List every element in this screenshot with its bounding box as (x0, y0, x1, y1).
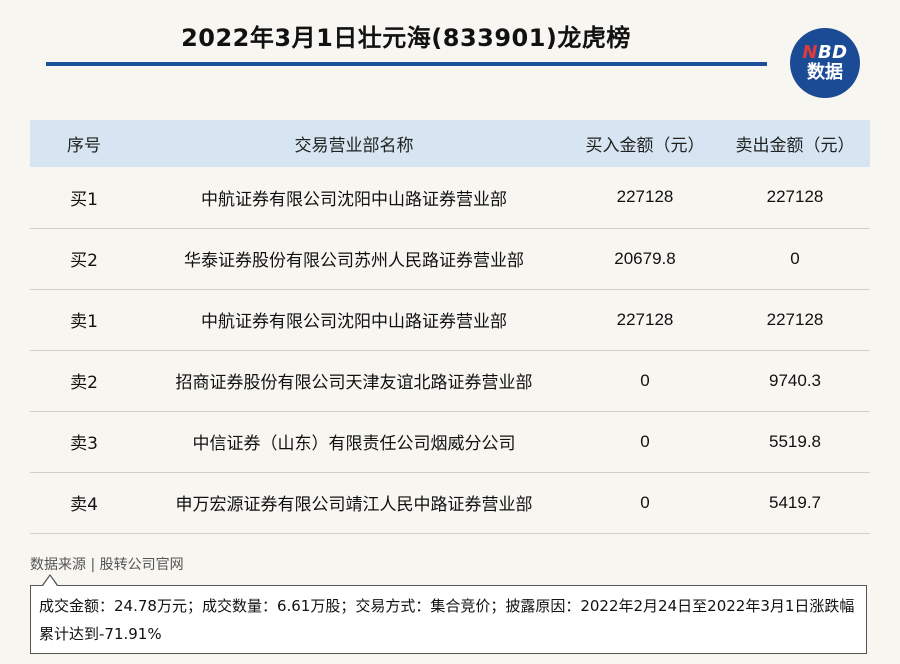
table-row: 卖3 中信证券（山东）有限责任公司烟威分公司 0 5519.8 (30, 411, 870, 472)
logo-text-bottom: 数据 (807, 62, 843, 83)
row-branch: 中信证券（山东）有限责任公司烟威分公司 (192, 434, 516, 454)
row-branch: 招商证券股份有限公司天津友谊北路证券营业部 (175, 373, 533, 393)
row-buy: 0 (640, 492, 650, 512)
logo-bd: BD (817, 42, 848, 63)
row-buy: 20679.8 (614, 248, 676, 268)
table-row: 卖1 中航证券有限公司沈阳中山路证券营业部 227128 227128 (30, 289, 870, 350)
header-buy-amount: 买入金额（元） (585, 136, 705, 156)
row-branch: 中航证券有限公司沈阳中山路证券营业部 (201, 312, 507, 332)
row-buy: 0 (640, 431, 650, 451)
row-index: 卖3 (70, 434, 98, 454)
row-sell: 0 (790, 248, 800, 268)
nbd-logo: NBD 数据 (790, 28, 860, 98)
row-branch: 华泰证券股份有限公司苏州人民路证券营业部 (184, 251, 524, 271)
table-row: 买1 中航证券有限公司沈阳中山路证券营业部 227128 227128 (30, 167, 870, 228)
table-row: 卖2 招商证券股份有限公司天津友谊北路证券营业部 0 9740.3 (30, 350, 870, 411)
header-sell-amount: 卖出金额（元） (735, 136, 855, 156)
row-branch: 申万宏源证券有限公司靖江人民中路证券营业部 (175, 495, 533, 515)
trade-summary-note: 成交金额：24.78万元；成交数量：6.61万股；交易方式：集合竞价；披露原因：… (30, 585, 867, 654)
row-index: 买1 (70, 189, 98, 210)
table-row: 卖4 申万宏源证券有限公司靖江人民中路证券营业部 0 5419.7 (30, 472, 870, 533)
row-sell: 5419.7 (769, 492, 821, 512)
header-branch-name: 交易营业部名称 (294, 136, 414, 156)
data-source: 数据来源 | 股转公司官网 (30, 557, 184, 573)
row-buy: 0 (640, 370, 650, 390)
row-sell: 5519.8 (769, 431, 821, 451)
logo-text-top: NBD (802, 44, 847, 62)
note-pointer-fill (43, 576, 57, 586)
row-sell: 9740.3 (769, 370, 821, 390)
row-index: 卖1 (70, 312, 98, 332)
row-index: 卖2 (70, 373, 98, 393)
logo-n: N (802, 42, 818, 63)
row-buy: 227128 (616, 309, 674, 329)
header-index: 序号 (67, 136, 101, 156)
row-sell: 227128 (766, 309, 824, 329)
row-sell: 227128 (766, 187, 824, 207)
title-underline (46, 62, 767, 66)
table-header-row: 序号 交易营业部名称 买入金额（元） 卖出金额（元） (30, 120, 870, 167)
row-branch: 中航证券有限公司沈阳中山路证券营业部 (201, 189, 507, 210)
row-index: 卖4 (70, 495, 98, 515)
dragon-tiger-table: 序号 交易营业部名称 买入金额（元） 卖出金额（元） 买1 中航证券有限公司沈阳… (30, 120, 870, 534)
page-title: 2022年3月1日壮元海(833901)龙虎榜 (181, 24, 631, 52)
row-index: 买2 (70, 251, 98, 271)
table-row: 买2 华泰证券股份有限公司苏州人民路证券营业部 20679.8 0 (30, 228, 870, 289)
row-buy: 227128 (616, 187, 674, 207)
